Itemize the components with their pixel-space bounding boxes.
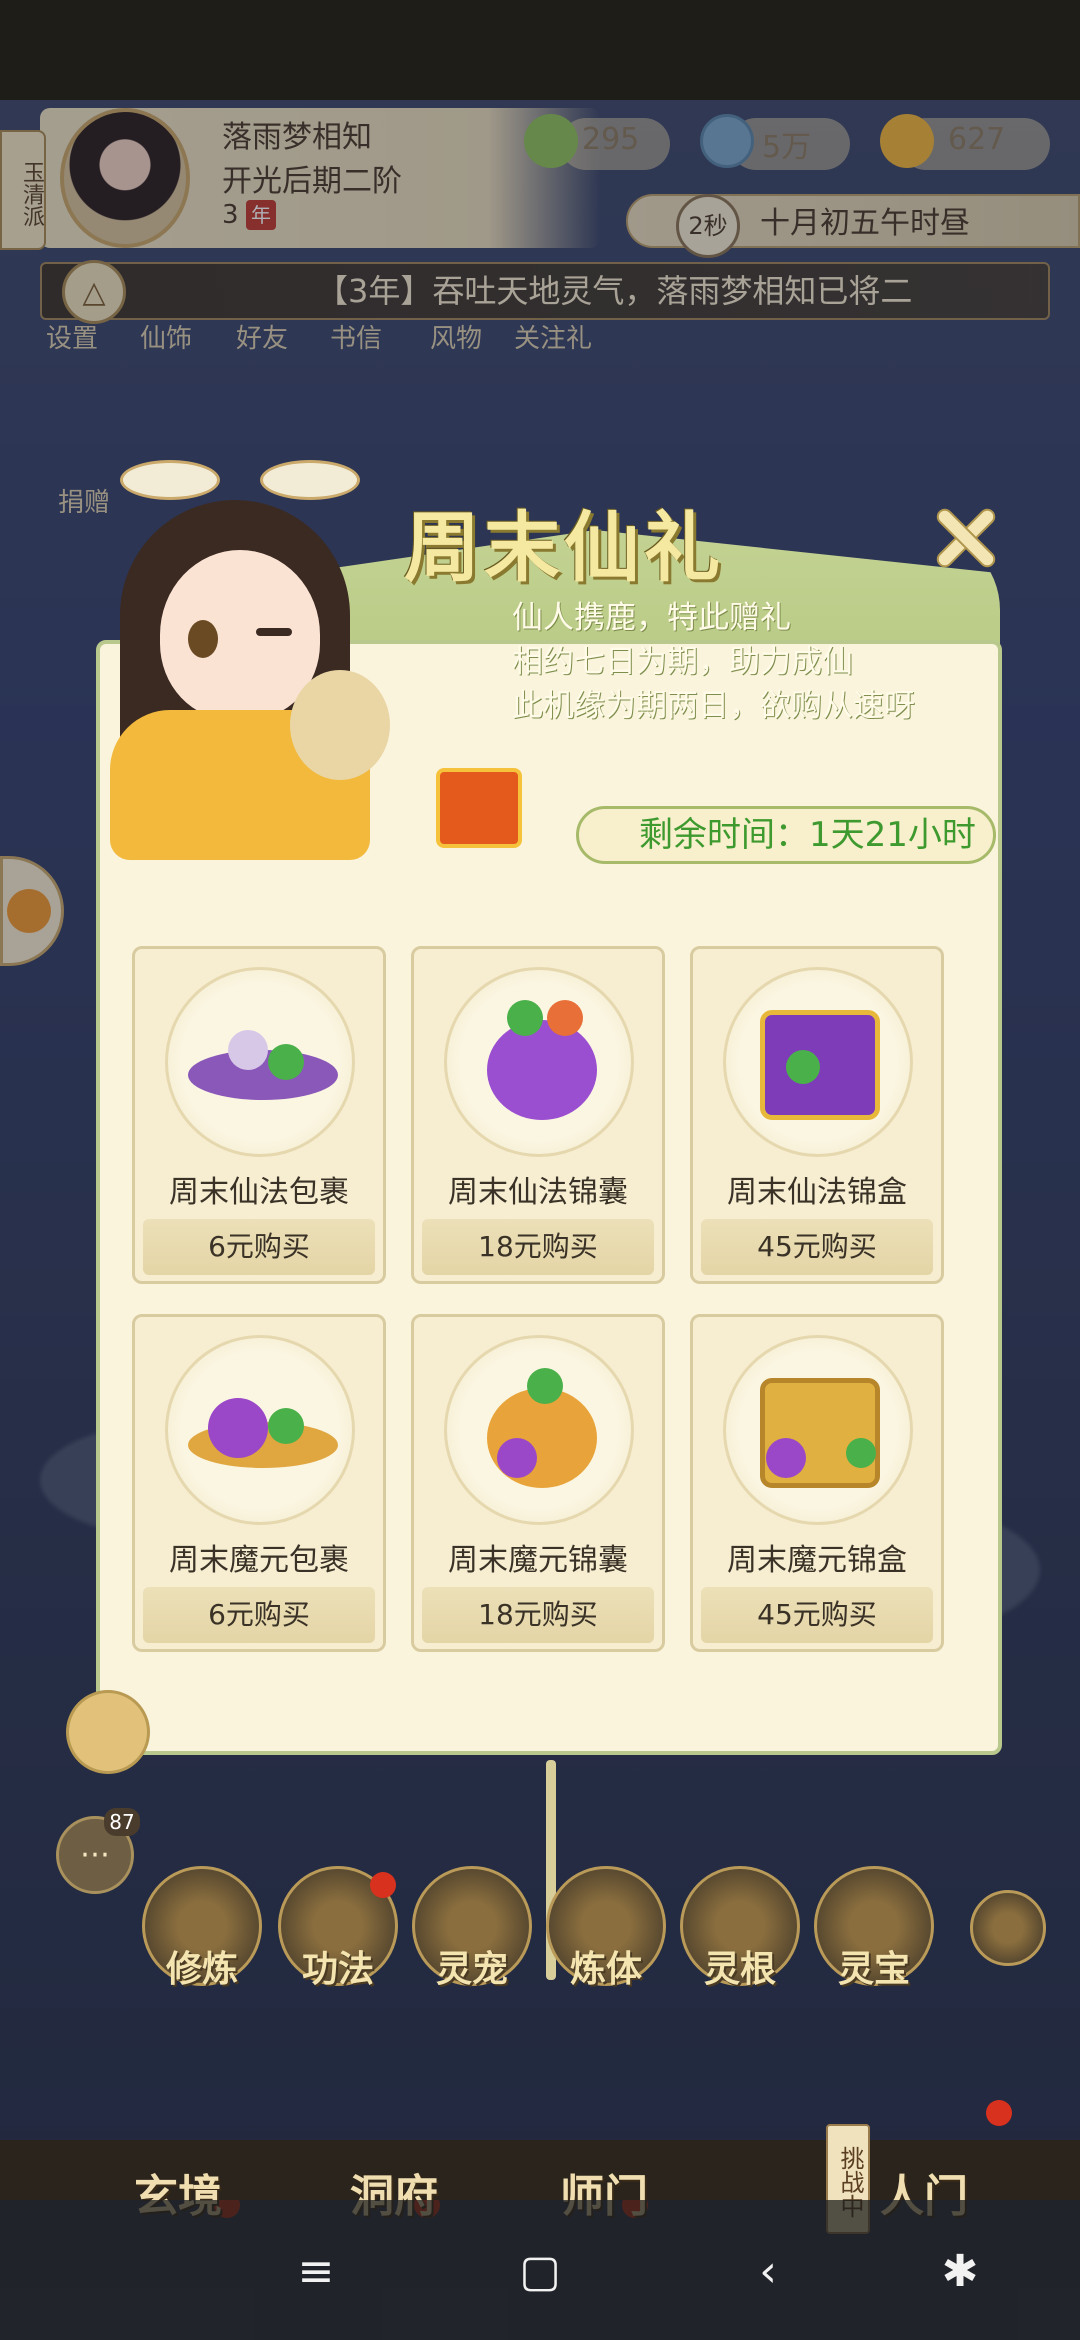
home-icon[interactable]: ▢: [508, 2240, 572, 2304]
orb-shape: [268, 1044, 304, 1080]
orb-shape: [527, 1368, 563, 1404]
menu-icon[interactable]: ≡: [284, 2240, 348, 2304]
item-name: 周末仙法包裹: [169, 1175, 349, 1210]
modal-desc-line: 此机缘为期两日，欲购从速呀: [512, 688, 915, 724]
item-image: [723, 967, 913, 1157]
orb-shape: [547, 1000, 583, 1036]
gift-item-card[interactable]: 周末魔元锦囊 18元购买: [411, 1314, 665, 1652]
buy-button[interactable]: 18元购买: [422, 1219, 654, 1275]
item-image: [165, 967, 355, 1157]
item-image: [444, 967, 634, 1157]
buy-button[interactable]: 45元购买: [701, 1587, 933, 1643]
close-icon[interactable]: [930, 502, 1002, 574]
back-icon[interactable]: ‹: [736, 2240, 800, 2304]
orb-shape: [208, 1398, 268, 1458]
gift-item-card[interactable]: 周末魔元包裹 6元购买: [132, 1314, 386, 1652]
compass-icon[interactable]: [970, 1890, 1046, 1966]
character-face: [160, 550, 320, 720]
gift-item-card[interactable]: 周末仙法包裹 6元购买: [132, 946, 386, 1284]
skill-label: 灵根: [703, 1948, 776, 1990]
gift-box-icon: [436, 768, 522, 848]
item-image: [165, 1335, 355, 1525]
character-eye: [188, 620, 218, 658]
orb-shape: [846, 1438, 876, 1468]
item-name: 周末魔元锦囊: [448, 1543, 628, 1578]
chest-shape: [760, 1010, 880, 1120]
skill-label: 功法: [301, 1948, 374, 1990]
chat-badge: 87: [104, 1808, 140, 1836]
gift-item-card[interactable]: 周末仙法锦盒 45元购买: [690, 946, 944, 1284]
deer-antler: [120, 460, 220, 500]
remaining-time: 剩余时间：1天21小时: [576, 806, 996, 864]
skill-label: 修炼: [165, 1948, 238, 1990]
notification-dot: [370, 1872, 396, 1898]
gift-item-card[interactable]: 周末仙法锦囊 18元购买: [411, 946, 665, 1284]
modal-desc-line: 仙人携鹿，特此赠礼: [512, 600, 791, 636]
buy-button[interactable]: 6元购买: [143, 1587, 375, 1643]
orb-shape: [507, 1000, 543, 1036]
orb-shape: [497, 1438, 537, 1478]
deer-companion: [290, 670, 390, 780]
orb-shape: [228, 1030, 268, 1070]
item-image: [723, 1335, 913, 1525]
item-name: 周末魔元锦盒: [727, 1543, 907, 1578]
accessibility-icon[interactable]: ✱: [928, 2240, 992, 2304]
buy-button[interactable]: 18元购买: [422, 1587, 654, 1643]
skill-label: 灵宠: [435, 1948, 508, 1990]
modal-title: 周末仙礼: [404, 503, 724, 592]
gift-item-card[interactable]: 周末魔元锦盒 45元购买: [690, 1314, 944, 1652]
pouch-shape: [487, 1020, 597, 1120]
orb-shape: [766, 1438, 806, 1478]
deer-antler: [260, 460, 360, 500]
modal-desc-line: 相约七日为期，助力成仙: [512, 644, 853, 680]
skill-label: 炼体: [569, 1948, 642, 1990]
buy-button[interactable]: 45元购买: [701, 1219, 933, 1275]
skill-label: 灵宝: [837, 1948, 910, 1990]
notification-dot: [986, 2100, 1012, 2126]
item-image: [444, 1335, 634, 1525]
orb-shape: [268, 1408, 304, 1444]
item-name: 周末仙法锦盒: [727, 1175, 907, 1210]
buy-button[interactable]: 6元购买: [143, 1219, 375, 1275]
flower-ornament: [66, 1690, 150, 1774]
orb-shape: [786, 1050, 820, 1084]
item-name: 周末仙法锦囊: [448, 1175, 628, 1210]
item-name: 周末魔元包裹: [169, 1543, 349, 1578]
character-wink: [256, 628, 292, 636]
character-illustration: [60, 440, 420, 860]
status-bar-area: [0, 0, 1080, 100]
